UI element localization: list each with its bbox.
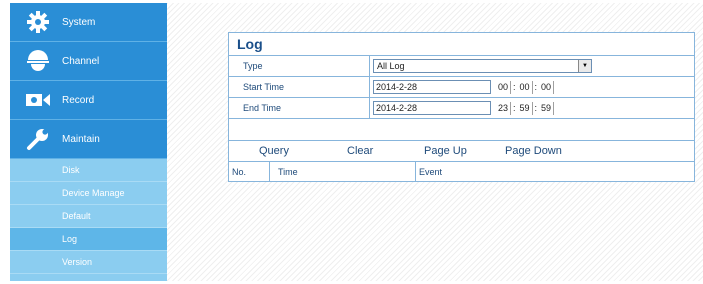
column-header-no: No. <box>232 166 247 177</box>
sidebar-subitem-default[interactable]: Default <box>10 205 167 228</box>
start-time-label: Start Time <box>243 82 285 92</box>
start-second-field[interactable]: 00 <box>539 80 555 94</box>
sidebar-item-label: Maintain <box>62 133 100 145</box>
gear-icon <box>24 8 52 36</box>
sidebar-item-label: System <box>62 16 96 28</box>
clear-button[interactable]: Clear <box>347 145 373 157</box>
end-minute-field[interactable]: 59 <box>518 101 533 115</box>
query-button[interactable]: Query <box>259 145 289 157</box>
end-time-label: End Time <box>243 103 282 113</box>
end-time-row: End Time 2014-2-28 23 : 59 : 59 <box>229 98 694 119</box>
end-hour-field[interactable]: 23 <box>496 101 511 115</box>
page-down-button[interactable]: Page Down <box>505 145 562 157</box>
type-label: Type <box>243 61 263 71</box>
end-date-input[interactable]: 2014-2-28 <box>373 101 491 115</box>
sidebar-subitem-log[interactable]: Log <box>10 228 167 251</box>
sidebar-item-label: Channel <box>62 55 100 67</box>
page-title: Log <box>229 33 694 56</box>
sidebar-item-channel[interactable]: Channel <box>10 42 167 81</box>
sidebar-item-label: Record <box>62 94 95 106</box>
page-up-button[interactable]: Page Up <box>424 145 467 157</box>
sidebar-item-record[interactable]: Record <box>10 81 167 120</box>
sidebar: System Channel Record Maintain Disk Devi… <box>10 3 167 281</box>
wrench-icon <box>24 125 52 153</box>
type-select[interactable]: All Log ▼ <box>373 59 592 73</box>
column-header-event: Event <box>415 162 694 181</box>
type-row: Type All Log ▼ <box>229 56 694 77</box>
sidebar-subitem-device-manage[interactable]: Device Manage <box>10 182 167 205</box>
video-camera-icon <box>24 86 52 114</box>
type-select-value: All Log <box>377 61 405 71</box>
spacer-row <box>229 119 694 141</box>
start-date-input[interactable]: 2014-2-28 <box>373 80 491 94</box>
end-second-field[interactable]: 59 <box>539 101 555 115</box>
sidebar-subitem-disk[interactable]: Disk <box>10 159 167 182</box>
chevron-down-icon[interactable]: ▼ <box>578 60 591 72</box>
end-time-input[interactable]: 23 : 59 : 59 <box>496 101 555 115</box>
start-minute-field[interactable]: 00 <box>518 80 533 94</box>
log-table-header: No. Time Event <box>229 162 694 181</box>
camera-icon <box>24 47 52 75</box>
sidebar-item-maintain[interactable]: Maintain <box>10 120 167 159</box>
start-time-input[interactable]: 00 : 00 : 00 <box>496 80 555 94</box>
start-hour-field[interactable]: 00 <box>496 80 511 94</box>
sidebar-subitem-version[interactable]: Version <box>10 251 167 274</box>
log-panel: Log Type All Log ▼ Start Time 2014-2-28 … <box>228 32 695 182</box>
action-bar: Query Clear Page Up Page Down <box>229 141 694 162</box>
main-content: Log Type All Log ▼ Start Time 2014-2-28 … <box>167 3 703 281</box>
column-header-time: Time <box>269 162 415 181</box>
sidebar-item-system[interactable]: System <box>10 3 167 42</box>
start-time-row: Start Time 2014-2-28 00 : 00 : 00 <box>229 77 694 98</box>
